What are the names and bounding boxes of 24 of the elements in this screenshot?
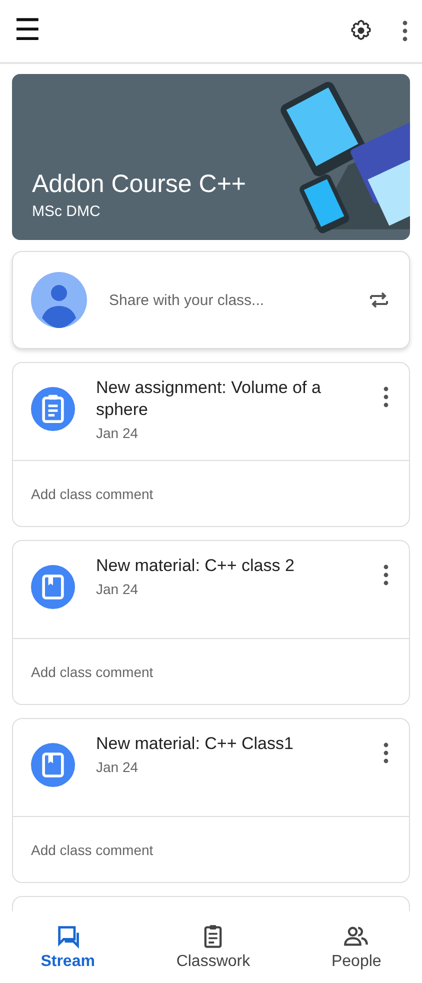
comment-field[interactable]: Add class comment bbox=[13, 461, 409, 526]
assignment-icon bbox=[31, 387, 75, 431]
post-date: Jan 24 bbox=[96, 425, 140, 441]
more-options-icon[interactable] bbox=[402, 19, 408, 43]
menu-button[interactable]: ☰ bbox=[8, 16, 47, 46]
post-date: Jan 24 bbox=[96, 581, 140, 597]
more-options-icon[interactable] bbox=[383, 741, 389, 765]
comment-field[interactable]: Add class comment bbox=[13, 817, 409, 882]
more-options-icon[interactable] bbox=[383, 385, 389, 409]
nav-tab[interactable]: Classwork bbox=[166, 919, 260, 975]
nav-tab[interactable]: Stream bbox=[30, 919, 105, 975]
post-title: New material: C++ Class1 bbox=[96, 733, 294, 755]
post-title: New assignment: Volume of a sphere bbox=[96, 377, 322, 421]
material-icon bbox=[31, 743, 75, 787]
class-section: MSc DMC bbox=[32, 203, 246, 220]
material-icon bbox=[31, 565, 75, 609]
nav-tab[interactable]: People bbox=[321, 919, 392, 975]
post-date: Jan 24 bbox=[96, 759, 140, 775]
avatar-icon bbox=[31, 272, 87, 328]
share-field[interactable]: Share with your class... bbox=[107, 290, 367, 310]
more-options-icon[interactable] bbox=[383, 563, 389, 587]
class-title: Addon Course C++ bbox=[32, 170, 246, 199]
post-title: New material: C++ class 2 bbox=[96, 555, 296, 577]
comment-field[interactable]: Add class comment bbox=[13, 639, 409, 704]
